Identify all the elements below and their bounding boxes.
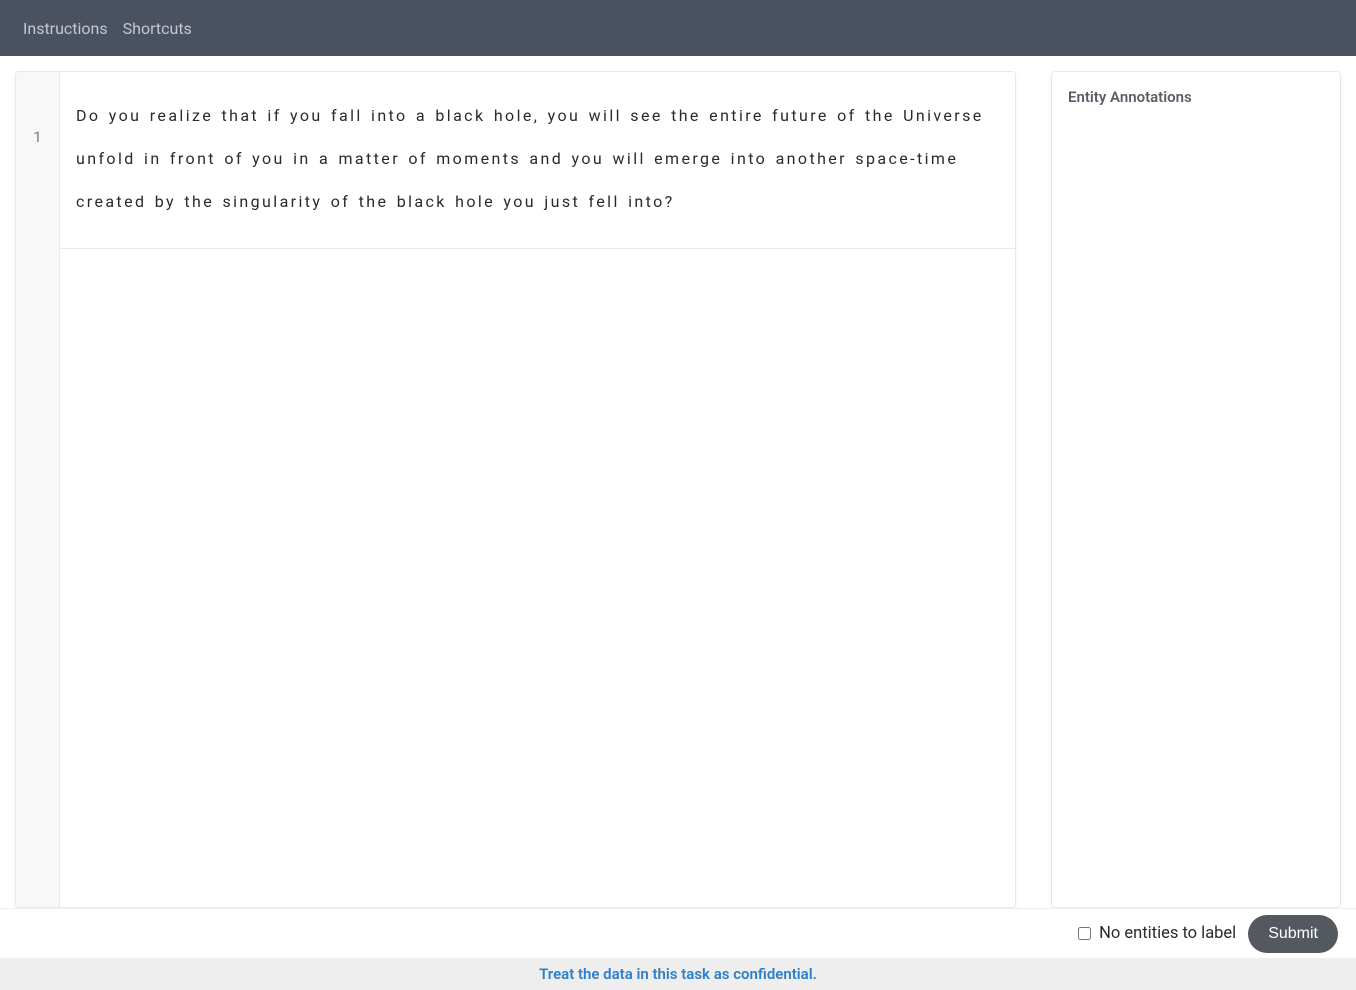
instructions-link[interactable]: Instructions — [23, 19, 108, 38]
line-number: 1 — [16, 128, 59, 146]
footer-bar: No entities to label Submit — [0, 908, 1356, 958]
line-gutter: 1 — [16, 72, 60, 907]
no-entities-checkbox-wrapper: No entities to label — [1078, 924, 1236, 943]
no-entities-label: No entities to label — [1099, 924, 1236, 943]
header-bar: Instructions Shortcuts — [0, 0, 1356, 56]
shortcuts-link[interactable]: Shortcuts — [123, 19, 192, 38]
entity-annotations-title: Entity Annotations — [1068, 88, 1324, 106]
main-container: 1 Do you realize that if you fall into a… — [0, 56, 1356, 908]
text-annotation-panel: 1 Do you realize that if you fall into a… — [15, 71, 1016, 908]
annotation-text[interactable]: Do you realize that if you fall into a b… — [60, 72, 1015, 248]
submit-button[interactable]: Submit — [1248, 915, 1338, 953]
entity-annotations-panel: Entity Annotations — [1051, 71, 1341, 908]
no-entities-checkbox[interactable] — [1078, 927, 1091, 940]
confidential-message: Treat the data in this task as confident… — [539, 965, 817, 983]
text-content-wrapper: Do you realize that if you fall into a b… — [60, 72, 1015, 249]
confidential-bar: Treat the data in this task as confident… — [0, 958, 1356, 990]
